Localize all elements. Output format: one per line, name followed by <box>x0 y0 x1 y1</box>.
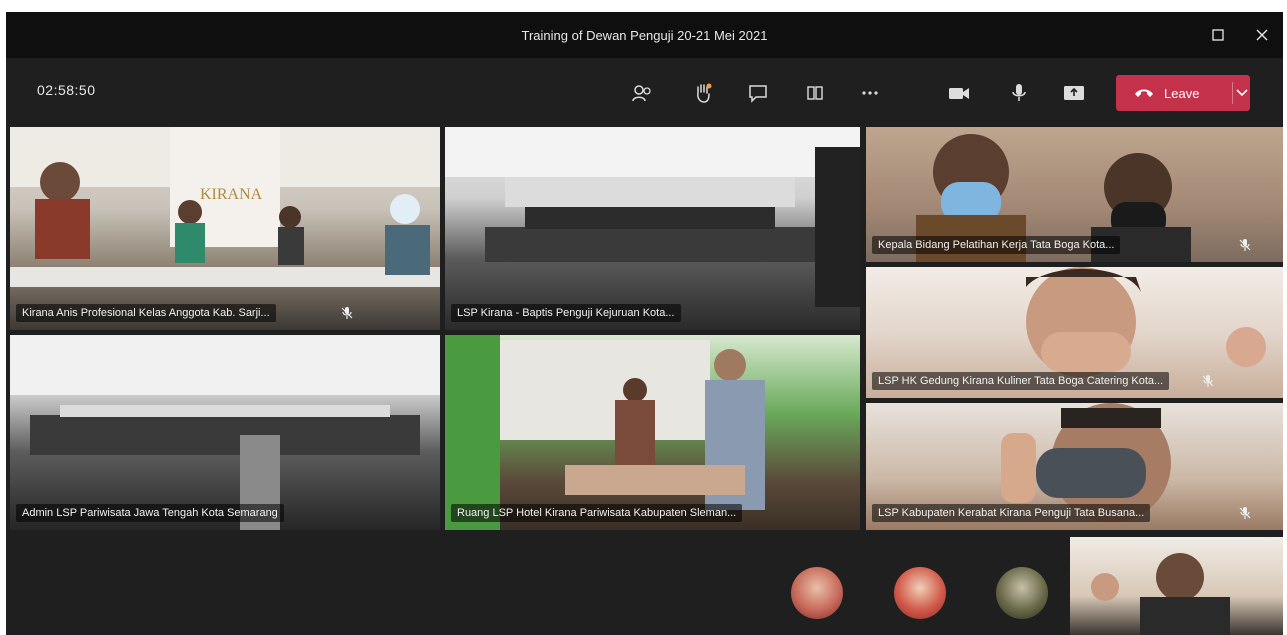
video-tile-4[interactable]: LSP HK Gedung Kirana Kuliner Tata Boga C… <box>866 267 1283 398</box>
microphone-icon <box>1012 84 1026 101</box>
tile-label-1: Kirana Anis Profesional Kelas Anggota Ka… <box>16 304 276 322</box>
self-view-tile[interactable] <box>1070 537 1283 635</box>
tile-label-5: Admin LSP Pariwisata Jawa Tengah Kota Se… <box>16 504 284 522</box>
rooms-icon <box>807 86 823 100</box>
video-frame-5 <box>10 335 440 530</box>
title-bar: Training of Dewan Penguji 20-21 Mei 2021 <box>6 12 1283 58</box>
chat-icon <box>749 85 767 103</box>
participant-avatar-3[interactable] <box>996 567 1048 619</box>
meeting-toolbar: 02:58:50 Leave <box>6 58 1283 128</box>
hang-up-icon <box>1135 89 1153 97</box>
video-frame-6 <box>445 335 765 530</box>
chevron-down-icon <box>1235 89 1248 97</box>
video-tile-1[interactable]: KIRANA Kirana Anis Profesional Kelas Ang… <box>10 127 440 330</box>
participants-icon <box>632 85 651 102</box>
video-tile-6[interactable]: Ruang LSP Hotel Kirana Pariwisata Kabupa… <box>445 335 860 530</box>
close-icon <box>1256 29 1268 41</box>
video-tile-3[interactable]: Kepala Bidang Pelatihan Kerja Tata Boga … <box>866 127 1283 262</box>
close-button[interactable] <box>1251 24 1273 46</box>
camera-icon <box>949 88 969 99</box>
chat-button[interactable] <box>744 79 772 107</box>
mic-off-icon <box>1239 507 1251 519</box>
leave-button[interactable]: Leave <box>1116 75 1232 111</box>
leave-control: Leave <box>1116 75 1250 111</box>
window-title: Training of Dewan Penguji 20-21 Mei 2021 <box>521 27 768 43</box>
participants-button[interactable] <box>628 79 656 107</box>
more-options-button[interactable] <box>856 79 884 107</box>
video-tile-2[interactable]: LSP Kirana - Baptis Penguji Kejuruan Kot… <box>445 127 860 330</box>
video-frame-1: KIRANA <box>10 127 440 287</box>
tile-label-2: LSP Kirana - Baptis Penguji Kejuruan Kot… <box>451 304 681 322</box>
tile-label-6: Ruang LSP Hotel Kirana Pariwisata Kabupa… <box>451 504 743 522</box>
raise-hand-button[interactable] <box>689 79 717 107</box>
tile-label-4: LSP HK Gedung Kirana Kuliner Tata Boga C… <box>872 372 1170 390</box>
share-screen-button[interactable] <box>1060 79 1088 107</box>
microphone-button[interactable] <box>1005 79 1033 107</box>
video-tile-5[interactable]: Admin LSP Pariwisata Jawa Tengah Kota Se… <box>10 335 440 530</box>
leave-label: Leave <box>1164 85 1200 101</box>
camera-button[interactable] <box>945 79 973 107</box>
video-frame-2 <box>445 127 860 307</box>
mic-off-icon <box>1239 239 1251 251</box>
rooms-button[interactable] <box>801 79 829 107</box>
restore-button[interactable] <box>1207 24 1229 46</box>
svg-text:KIRANA: KIRANA <box>200 186 263 203</box>
mic-off-icon <box>341 307 353 319</box>
leave-options-button[interactable] <box>1233 75 1250 111</box>
self-view-frame <box>1091 553 1230 635</box>
tile-label-7: LSP Kabupaten Kerabat Kirana Penguji Tat… <box>872 504 1151 522</box>
participant-avatar-1[interactable] <box>791 567 843 619</box>
meeting-timer: 02:58:50 <box>37 82 96 98</box>
mic-off-icon <box>1202 375 1214 387</box>
video-tile-7[interactable]: LSP Kabupaten Kerabat Kirana Penguji Tat… <box>866 403 1283 530</box>
more-icon <box>862 91 878 95</box>
restore-icon <box>1212 29 1224 41</box>
raise-hand-icon <box>697 83 712 103</box>
participant-avatar-2[interactable] <box>894 567 946 619</box>
window-controls <box>1207 12 1273 58</box>
share-screen-icon <box>1064 86 1084 100</box>
tile-label-3: Kepala Bidang Pelatihan Kerja Tata Boga … <box>872 236 1121 254</box>
